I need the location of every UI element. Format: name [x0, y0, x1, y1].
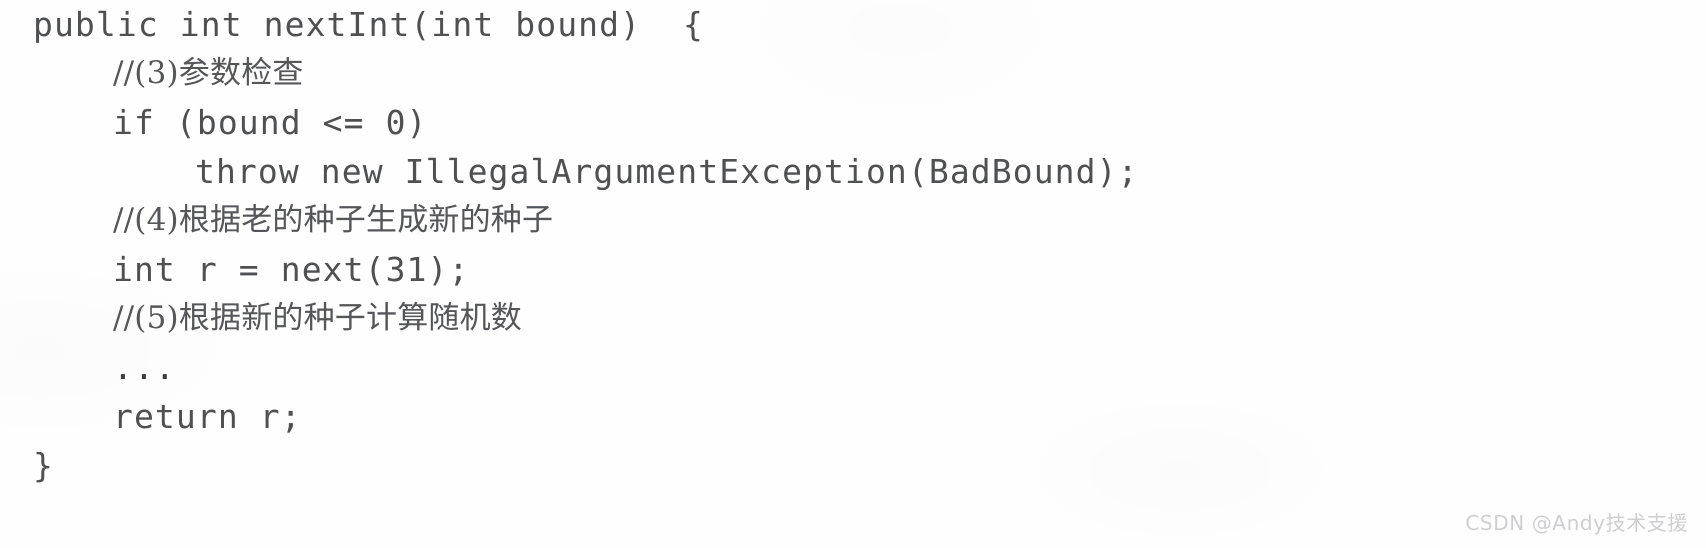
code-line: ... [113, 348, 176, 387]
code-line: //(5)根据新的种子计算随机数 [113, 300, 522, 336]
code-listing: public int nextInt(int bound) { //(3)参数检查… [0, 0, 1706, 490]
code-line: } [33, 446, 54, 485]
code-line: throw new IllegalArgumentException(BadBo… [195, 152, 1139, 191]
code-line: public int nextInt(int bound) { [33, 5, 704, 44]
scanned-page: public int nextInt(int bound) { //(3)参数检查… [0, 0, 1706, 548]
code-line: int r = next(31); [113, 250, 470, 289]
code-line: return r; [113, 397, 302, 436]
code-line: //(3)参数检查 [113, 55, 304, 91]
code-line: if (bound <= 0) [113, 103, 428, 142]
code-line: //(4)根据老的种子生成新的种子 [113, 202, 554, 238]
csdn-watermark: CSDN @Andy技术支援 [1465, 511, 1688, 535]
